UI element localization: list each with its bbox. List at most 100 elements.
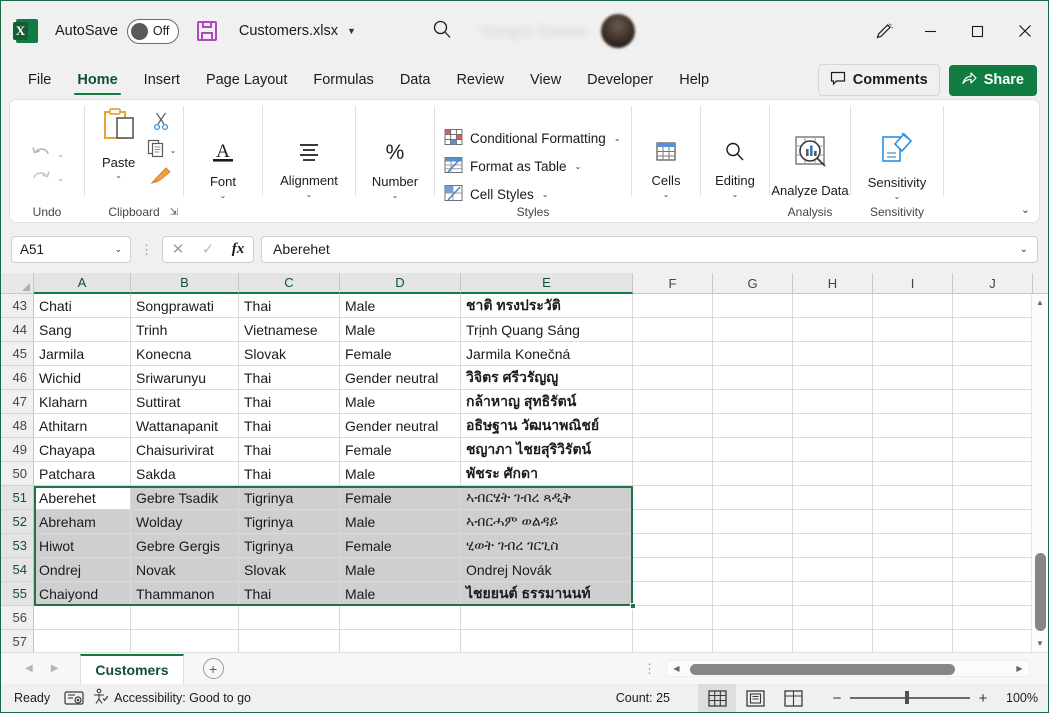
cell-G57[interactable] <box>713 630 793 652</box>
cell-H46[interactable] <box>793 366 873 390</box>
cell-E43[interactable]: ชาติ ทรงประวัติ <box>461 294 633 318</box>
cell-F52[interactable] <box>633 510 713 534</box>
cell-F50[interactable] <box>633 462 713 486</box>
cell-H45[interactable] <box>793 342 873 366</box>
cell-styles-caret-icon[interactable]: ⌄ <box>542 190 549 199</box>
vertical-scroll-thumb[interactable] <box>1035 553 1046 631</box>
cell-F45[interactable] <box>633 342 713 366</box>
analyze-data-icon[interactable] <box>788 135 832 180</box>
cut-icon[interactable] <box>151 111 171 136</box>
cell-E53[interactable]: ሂወት ገብረ ገርጊስ <box>461 534 633 558</box>
cell-A48[interactable]: Athitarn <box>34 414 131 438</box>
cell-B57[interactable] <box>131 630 239 652</box>
avatar[interactable] <box>601 14 636 48</box>
cell-E54[interactable]: Ondrej Novák <box>461 558 633 582</box>
cell-E57[interactable] <box>461 630 633 652</box>
cell-G52[interactable] <box>713 510 793 534</box>
cell-J57[interactable] <box>953 630 1033 652</box>
cell-G54[interactable] <box>713 558 793 582</box>
row-header-46[interactable]: 46 <box>1 366 34 390</box>
cell-H52[interactable] <box>793 510 873 534</box>
cell-D48[interactable]: Gender neutral <box>340 414 461 438</box>
name-box[interactable]: A51 ⌄ <box>11 235 131 263</box>
horizontal-scroll-grip[interactable]: ⋮ <box>643 662 656 675</box>
cell-J47[interactable] <box>953 390 1033 414</box>
column-header-g[interactable]: G <box>713 273 793 294</box>
cell-C55[interactable]: Thai <box>239 582 340 606</box>
cell-G51[interactable] <box>713 486 793 510</box>
cell-I54[interactable] <box>873 558 953 582</box>
cell-D54[interactable]: Male <box>340 558 461 582</box>
cell-A52[interactable]: Abreham <box>34 510 131 534</box>
horizontal-scrollbar[interactable]: ◀ ▶ <box>666 660 1030 677</box>
cell-E49[interactable]: ชญาภา ไชยสุริวิรัตน์ <box>461 438 633 462</box>
maximize-button[interactable] <box>954 1 1001 61</box>
cell-B51[interactable]: Gebre Tsadik <box>131 486 239 510</box>
cell-D43[interactable]: Male <box>340 294 461 318</box>
column-header-j[interactable]: J <box>953 273 1033 294</box>
cell-E52[interactable]: ኣብርሓም ወልዳይ <box>461 510 633 534</box>
undo-button[interactable]: ⌄ <box>30 144 64 164</box>
tab-formulas[interactable]: Formulas <box>300 61 386 99</box>
conditional-formatting-button[interactable]: Conditional Formatting ⌄ <box>444 128 621 149</box>
cell-C57[interactable] <box>239 630 340 652</box>
page-break-view-button[interactable] <box>774 684 812 712</box>
cell-D51[interactable]: Female <box>340 486 461 510</box>
pen-ribbon-display-icon[interactable] <box>861 1 907 61</box>
cell-B44[interactable]: Trinh <box>131 318 239 342</box>
autosave-toggle[interactable]: Off <box>126 18 179 44</box>
cell-H51[interactable] <box>793 486 873 510</box>
vertical-scrollbar[interactable]: ▲ ▼ <box>1031 294 1048 652</box>
cell-G46[interactable] <box>713 366 793 390</box>
minimize-button[interactable] <box>907 1 954 61</box>
cell-A49[interactable]: Chayapa <box>34 438 131 462</box>
cell-G44[interactable] <box>713 318 793 342</box>
cell-J56[interactable] <box>953 606 1033 630</box>
row-header-44[interactable]: 44 <box>1 318 34 342</box>
cell-G56[interactable] <box>713 606 793 630</box>
format-as-table-caret-icon[interactable]: ⌄ <box>575 162 582 171</box>
alignment-caret-icon[interactable]: ⌄ <box>306 190 313 199</box>
row-header-49[interactable]: 49 <box>1 438 34 462</box>
tab-insert[interactable]: Insert <box>131 61 193 99</box>
tab-view[interactable]: View <box>517 61 574 99</box>
record-macro-icon[interactable] <box>64 690 84 706</box>
column-header-i[interactable]: I <box>873 273 953 294</box>
ribbon-group-font[interactable]: A Font ⌄ <box>184 100 262 222</box>
tab-home[interactable]: Home <box>64 61 130 99</box>
sensitivity-caret-icon[interactable]: ⌄ <box>894 192 901 201</box>
formula-bar-expand-icon[interactable]: ⌄ <box>1020 244 1028 255</box>
cell-I43[interactable] <box>873 294 953 318</box>
cell-C44[interactable]: Vietnamese <box>239 318 340 342</box>
horizontal-scroll-track[interactable] <box>686 661 1010 676</box>
cell-B53[interactable]: Gebre Gergis <box>131 534 239 558</box>
ribbon-group-editing[interactable]: Editing ⌄ <box>701 100 769 222</box>
cell-C52[interactable]: Tigrinya <box>239 510 340 534</box>
cell-F49[interactable] <box>633 438 713 462</box>
scroll-up-arrow-icon[interactable]: ▲ <box>1036 294 1044 311</box>
comments-button[interactable]: Comments <box>817 64 940 96</box>
cell-A43[interactable]: Chati <box>34 294 131 318</box>
cell-D57[interactable] <box>340 630 461 652</box>
ribbon-collapse-caret-icon[interactable]: ⌄ <box>1021 203 1030 216</box>
cell-A54[interactable]: Ondrej <box>34 558 131 582</box>
cell-I57[interactable] <box>873 630 953 652</box>
name-box-caret-icon[interactable]: ⌄ <box>114 244 122 255</box>
tab-data[interactable]: Data <box>387 61 444 99</box>
column-header-e[interactable]: E <box>461 273 633 294</box>
file-name[interactable]: Customers.xlsx <box>239 23 338 39</box>
cell-D52[interactable]: Male <box>340 510 461 534</box>
cell-J46[interactable] <box>953 366 1033 390</box>
redo-button[interactable]: ⌄ <box>30 168 64 188</box>
cell-D44[interactable]: Male <box>340 318 461 342</box>
cell-A45[interactable]: Jarmila <box>34 342 131 366</box>
cell-C46[interactable]: Thai <box>239 366 340 390</box>
zoom-level[interactable]: 100% <box>996 691 1048 705</box>
cell-F53[interactable] <box>633 534 713 558</box>
zoom-slider-thumb[interactable] <box>905 691 909 705</box>
tab-developer[interactable]: Developer <box>574 61 666 99</box>
sensitivity-icon[interactable] <box>876 131 918 172</box>
cell-C51[interactable]: Tigrinya <box>239 486 340 510</box>
cell-B48[interactable]: Wattanapanit <box>131 414 239 438</box>
cell-F43[interactable] <box>633 294 713 318</box>
